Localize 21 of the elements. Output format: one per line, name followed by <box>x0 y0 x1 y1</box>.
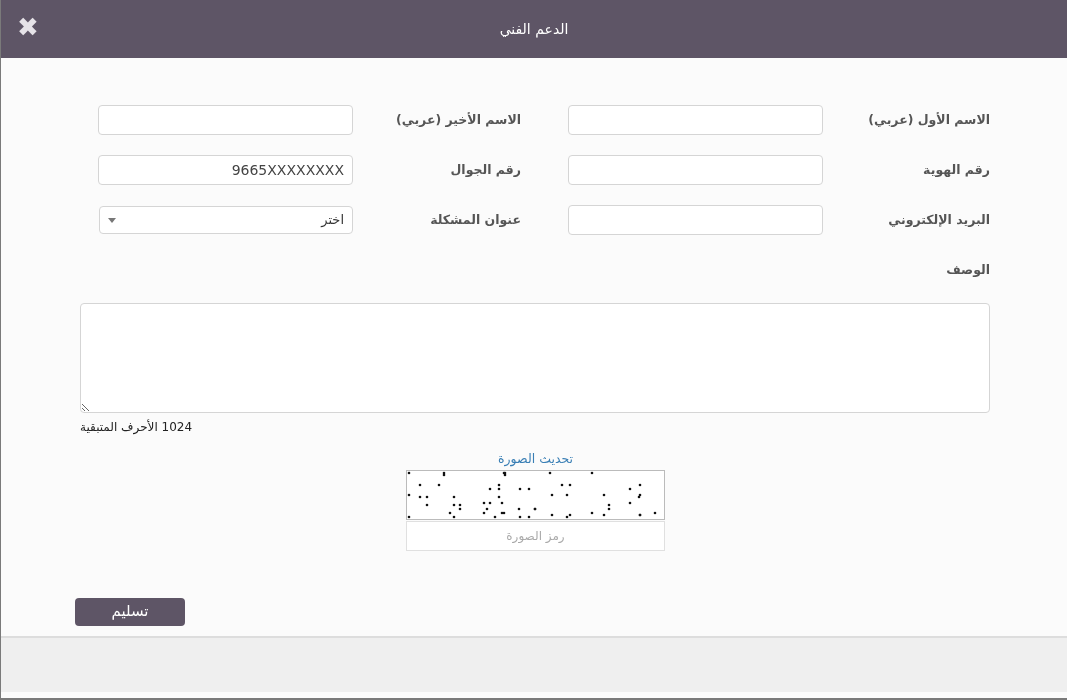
input-field[interactable] <box>568 155 823 185</box>
dialog-title: الدعم الفني <box>499 19 569 40</box>
dropdown[interactable]: اختر <box>99 206 353 234</box>
character-counter: 1024 الأحرف المتبقية <box>80 418 193 436</box>
close-button[interactable]: ✖ <box>17 14 39 40</box>
field-label: الاسم الأول (عربي) <box>867 110 990 129</box>
caret-icon <box>108 217 116 223</box>
field-label: عنوان المشكلة <box>429 210 522 229</box>
field-label: رقم الجوال <box>449 160 522 179</box>
refresh-image-link[interactable]: تحديث الصورة <box>498 449 573 469</box>
submit-button[interactable]: تسليم <box>75 597 185 626</box>
field-label: رقم الهوية <box>922 160 990 179</box>
input-field[interactable] <box>568 205 823 235</box>
field-label: الاسم الأخير (عربي) <box>395 110 522 129</box>
field-label: البريد الإلكتروني <box>887 210 990 229</box>
input-field[interactable]: 9665XXXXXXXX <box>98 155 353 185</box>
field-label: الوصف <box>945 261 990 279</box>
input-field[interactable] <box>98 105 353 135</box>
input-field[interactable] <box>568 105 823 135</box>
description-field[interactable] <box>80 302 990 413</box>
captcha-field[interactable]: رمز الصورة <box>406 520 665 551</box>
